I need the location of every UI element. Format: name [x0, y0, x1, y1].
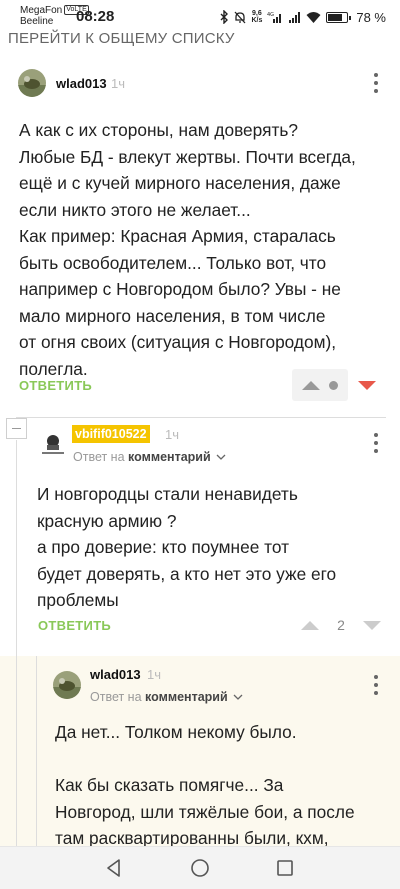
reply-button[interactable]: ОТВЕТИТЬ [19, 378, 92, 393]
clock: 08:28 [76, 8, 115, 25]
collapse-thread-button[interactable] [6, 418, 27, 439]
comment-body: Да нет... Толком некому было. Как бы ска… [55, 722, 355, 848]
bell-off-icon [234, 11, 246, 23]
net-speed: 9,6 K/s [251, 10, 263, 24]
comment-body: И новгородцы стали ненавидеть красную ар… [37, 484, 337, 610]
vote-down-icon[interactable] [358, 380, 376, 390]
system-nav-bar [0, 846, 400, 889]
vote-up-icon[interactable] [301, 620, 319, 630]
battery-percent: 78 % [356, 9, 386, 25]
more-options-icon[interactable] [371, 433, 381, 453]
author-name[interactable]: vbifif010522 [72, 425, 150, 443]
more-options-icon[interactable] [371, 675, 381, 695]
avatar[interactable] [38, 430, 66, 458]
vote-down-box [350, 369, 384, 401]
back-nav-icon[interactable] [103, 857, 125, 879]
thread-line [16, 656, 17, 846]
vote-up-icon[interactable] [302, 380, 321, 390]
svg-text:4G: 4G [267, 12, 274, 18]
author-name[interactable]: wlad013 [90, 667, 141, 682]
wifi-icon [306, 12, 321, 23]
avatar[interactable] [18, 69, 46, 97]
reply-to-link[interactable]: Ответ на комментарий [90, 690, 243, 704]
avatar[interactable] [53, 671, 81, 699]
chevron-down-icon [216, 454, 226, 460]
signal-icon [289, 11, 301, 23]
status-bar: MegaFon VoLTE Beeline 08:28 9,6 K/s 4G 78 … [0, 0, 400, 34]
comment-time: 1ч [147, 667, 162, 682]
chevron-down-icon [233, 694, 243, 700]
author-name[interactable]: wlad013 [56, 76, 107, 91]
comment-time: 1ч [165, 427, 180, 442]
comment-body: А как с их стороны, нам доверять? Любые … [19, 120, 356, 379]
reply-to-link[interactable]: Ответ на комментарий [73, 450, 226, 464]
home-nav-icon[interactable] [189, 857, 211, 879]
back-to-list-link[interactable]: ПЕРЕЙТИ К ОБЩЕМУ СПИСКУ [8, 30, 235, 47]
status-icons: 9,6 K/s 4G 78 % [220, 8, 386, 26]
vote-down-icon[interactable] [362, 620, 381, 630]
comment-time: 1ч [111, 76, 126, 91]
rating-neutral-icon [328, 380, 338, 390]
thread-line [36, 656, 37, 846]
carrier-1: MegaFon [20, 5, 63, 16]
signal-4g-icon: 4G [267, 12, 282, 23]
vote-controls [292, 369, 348, 401]
vote-controls: 2 [301, 609, 381, 641]
battery-icon [326, 11, 352, 23]
reply-button[interactable]: ОТВЕТИТЬ [38, 618, 111, 633]
rating-value: 2 [337, 617, 345, 633]
recent-apps-nav-icon[interactable] [274, 857, 296, 879]
more-options-icon[interactable] [371, 73, 381, 93]
thread-line [16, 417, 386, 418]
bluetooth-icon [220, 10, 229, 24]
